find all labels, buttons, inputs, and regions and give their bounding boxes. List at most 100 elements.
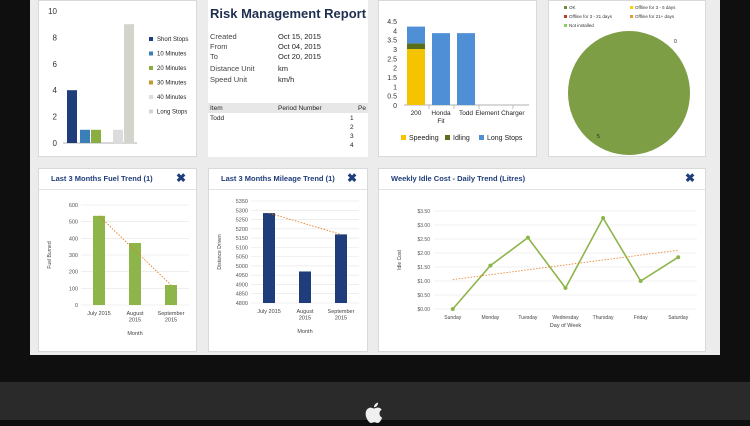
y-tick-label: $0.50 [417,293,430,299]
x-tick-label: July 2015 [87,311,111,317]
stops-chart-panel: 0 2 4 6 8 10 Short Stops 10 Minutes 20 Minutes 30… [38,0,197,157]
table-row-number: 2 [350,124,354,131]
legend-swatch [149,80,153,85]
y-tick-label: 5100 [236,245,248,251]
fuel-trend-header: Last 3 Months Fuel Trend (1) ✖ [39,169,196,190]
y-axis-title: Idle Cost [397,250,403,270]
data-point [601,216,606,220]
table-header-period-number: Period Number [278,105,322,112]
y-tick-label: 500 [69,220,78,226]
data-point [450,307,455,311]
table-header-item: Item [210,105,223,112]
y-tick-label: 5050 [236,255,248,261]
fuel-trend-chart: 0 100 200 300 400 500 600 July 2015 August 2015 Se… [47,203,189,337]
legend-label: Short Stops [157,37,188,43]
y-tick-label: $1.50 [417,265,430,271]
bar [335,234,347,303]
x-tick-label: Tuesday [518,315,537,321]
close-icon[interactable]: ✖ [347,171,357,185]
x-tick-label: Todd [459,110,473,117]
report-field-label: To [210,52,218,61]
y-tick-label: 3 [393,47,397,54]
bar-segment [457,33,475,106]
bar [165,285,177,305]
bar [299,271,311,303]
legend-swatch [479,135,484,140]
y-tick-label: 4.5 [387,19,397,26]
table-row-number: 3 [350,133,354,140]
x-axis-title: Day of Week [550,323,582,329]
pie-slice-ok [568,31,690,155]
y-tick-label: 2 [393,66,397,73]
legend-label: Speeding [409,135,439,142]
legend-swatch [149,95,153,99]
y-tick-label: 200 [69,270,78,276]
legend-label: Idling [453,135,470,142]
legend-swatch [564,15,567,18]
x-axis-title: Month [127,331,142,337]
idle-cost-title: Weekly Idle Cost - Daily Trend (Litres) [391,174,526,183]
pie-label: 5 [597,134,600,140]
bar-20-minutes [91,129,101,143]
y-tick-label: 400 [69,236,78,242]
x-tick-label: September 2015 [328,309,355,322]
bar-10-minutes [80,129,90,143]
fuel-trend-title: Last 3 Months Fuel Trend (1) [51,174,153,183]
y-tick-label: $0.00 [417,307,430,313]
x-tick-label: August 2015 [126,311,144,324]
y-tick-label: 100 [69,286,78,292]
legend-label: Offline for 3 - 21 days [569,14,613,19]
report-field-value: Oct 15, 2015 [278,32,321,41]
dashboard-screen: 0 2 4 6 8 10 Short Stops 10 Minutes 20 Minutes 30… [30,0,720,355]
x-tick-label: August 2015 [296,309,314,322]
x-tick-label: Friday [634,315,648,321]
y-tick-label: 5250 [236,218,248,224]
y-tick-label: 5000 [236,264,248,270]
x-tick-label: September 2015 [158,311,185,324]
y-tick-label: 1.5 [387,75,397,82]
data-point [676,255,681,260]
y-tick-label: 2.5 [387,56,397,63]
legend-label: Long Stops [157,110,187,116]
y-tick-label: 4 [53,86,58,95]
series-line [452,216,679,310]
y-tick-label: 0.5 [387,94,397,101]
close-icon[interactable]: ✖ [685,171,695,185]
trendline [268,212,342,235]
legend-label: 10 Minutes [157,52,186,58]
y-tick-label: 10 [48,7,57,16]
y-tick-label: 5300 [236,208,248,214]
idle-cost-panel: Weekly Idle Cost - Daily Trend (Litres) … [378,168,706,352]
data-point [488,263,493,268]
legend-label: Not installed [569,23,594,28]
report-summary-panel: Risk Management Report Summ Created Oct 1… [208,0,368,157]
y-tick-label: 4900 [236,282,248,288]
legend-swatch [564,24,567,27]
y-tick-label: 1 [393,84,397,91]
y-tick-label: 0 [75,303,78,309]
mileage-trend-panel: Last 3 Months Mileage Trend (1) ✖ 4800 48… [208,168,368,352]
fuel-trend-panel: Last 3 Months Fuel Trend (1) ✖ 0 100 200 30… [38,168,197,352]
x-tick-label: Thursday [593,315,614,321]
bar-segment [407,43,425,49]
y-tick-label: $1.00 [417,279,430,285]
legend-swatch [445,135,450,140]
legend-swatch [149,66,153,70]
y-tick-label: 5200 [236,227,248,233]
y-tick-label: 600 [69,203,78,209]
close-icon[interactable]: ✖ [176,171,186,185]
legend-label: 20 Minutes [157,66,186,72]
bar [263,213,275,303]
x-tick-label: Saturday [668,315,689,321]
legend-swatch [630,15,633,18]
device-status-panel: OK Offline for 3 - 5 days Offline for 3 - … [548,0,706,157]
report-field-label: Distance Unit [210,64,255,73]
device-status-pie: OK Offline for 3 - 5 days Offline for 3 - … [564,5,690,155]
y-tick-label: 4950 [236,273,248,279]
y-axis-title: Distance Driven [217,234,223,270]
trendline [452,249,679,280]
monitor-bezel [0,382,750,423]
bar-segment [407,26,425,44]
legend-swatch [564,6,567,9]
report-field-value: Oct 20, 2015 [278,52,321,61]
